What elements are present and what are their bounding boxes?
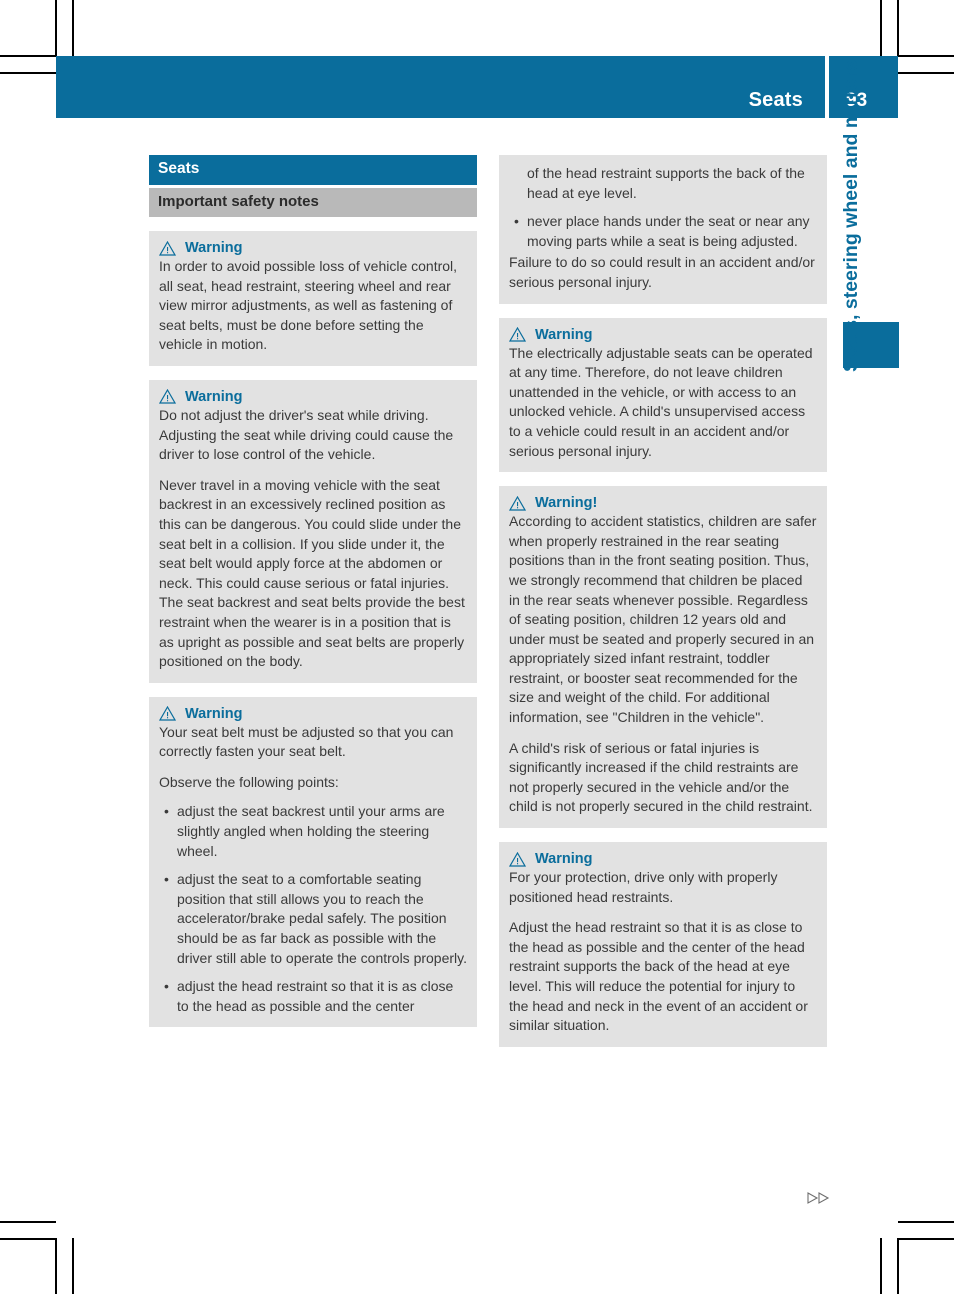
section-heading-seats: Seats	[149, 155, 477, 185]
list-item-text: never place hands under the seat or near…	[527, 213, 810, 249]
warning-label: Warning	[535, 851, 593, 868]
warning-label: Warning!	[535, 495, 598, 512]
warning-label: Warning	[185, 240, 243, 256]
left-column: Seats Important safety notes Warning In …	[149, 155, 477, 1028]
warning-box: Warning In order to avoid possible loss …	[149, 231, 477, 366]
warning-box: Warning! According to accident statistic…	[499, 486, 827, 829]
crop-mark-bottom-left-vertical-a	[55, 1238, 57, 1294]
list-item: • adjust the seat backrest until your arm…	[162, 802, 467, 861]
page-title: Seats	[748, 89, 803, 111]
warning-paragraph: The electrically adjustable seats can be…	[509, 344, 813, 459]
crop-mark-bottom-left-vertical-b	[72, 1238, 74, 1294]
warning-triangle-icon	[158, 389, 177, 405]
warning-bullet-list: • adjust the seat backrest until your arm…	[159, 802, 467, 1016]
warning-heading: Warning	[158, 240, 467, 256]
warning-triangle-icon	[158, 705, 177, 721]
warning-box-continued: of the head restraint supports the back …	[499, 155, 827, 304]
warning-paragraph: Failure to do so could result in an acci…	[509, 254, 815, 290]
right-column: of the head restraint supports the back …	[499, 155, 827, 1047]
warning-paragraph: Never travel in a moving vehicle with th…	[159, 476, 465, 670]
page-header-bar: Seats	[56, 56, 825, 118]
warning-label: Warning	[535, 326, 593, 343]
warning-heading: Warning	[508, 326, 817, 343]
list-item: • adjust the seat to a comfortable seatin…	[162, 870, 467, 968]
list-item-text: adjust the seat backrest until your arms…	[177, 803, 445, 859]
crop-mark-top-right-horizontal-b	[898, 72, 954, 74]
warning-label: Warning	[185, 705, 243, 722]
list-item-text: adjust the head restraint so that it is …	[177, 978, 454, 1014]
warning-box: Warning For your protection, drive only …	[499, 842, 827, 1047]
crop-mark-top-left-horizontal-b	[0, 72, 56, 74]
warning-triangle-icon	[158, 240, 177, 256]
bullet-glyph: •	[164, 803, 169, 820]
warning-paragraph: For your protection, drive only with pro…	[509, 869, 778, 905]
warning-paragraph: Do not adjust the driver's seat while dr…	[159, 406, 454, 463]
warning-paragraph: Your seat belt must be adjusted so that …	[159, 723, 454, 760]
warning-paragraph: According to accident statistics, childr…	[509, 513, 817, 726]
thumb-tab-label-wrap: Seats, steering wheel and mirrors	[833, 0, 863, 372]
thumb-tab-label: Seats, steering wheel and mirrors	[840, 59, 862, 372]
crop-mark-top-left-vertical-a	[55, 0, 57, 56]
crop-mark-bottom-right-vertical-b	[897, 1238, 899, 1294]
double-triangle-continue-icon	[806, 1190, 832, 1206]
warning-paragraph: Adjust the head restraint so that it is …	[509, 919, 808, 1034]
warning-heading: Warning	[158, 388, 467, 405]
crop-mark-bottom-left-horizontal-b	[0, 1238, 56, 1240]
warning-box: Warning The electrically adjustable seat…	[499, 317, 827, 473]
warning-triangle-icon	[508, 326, 527, 342]
bullet-glyph: •	[164, 871, 169, 888]
crop-mark-bottom-right-horizontal-a	[898, 1221, 954, 1223]
warning-heading: Warning!	[508, 495, 817, 512]
warning-paragraph: In order to avoid possible loss of vehic…	[159, 258, 458, 353]
list-item: • never place hands under the seat or nea…	[512, 212, 817, 251]
crop-mark-top-right-vertical-b	[897, 0, 899, 56]
crop-mark-top-left-horizontal-a	[0, 55, 56, 57]
warning-triangle-icon	[508, 495, 527, 511]
warning-heading: Warning	[508, 851, 817, 868]
warning-triangle-icon	[508, 851, 527, 867]
crop-mark-bottom-right-horizontal-b	[898, 1238, 954, 1240]
warning-bullet-list: of the head restraint supports the back …	[509, 164, 817, 251]
warning-label: Warning	[185, 388, 243, 405]
bullet-glyph: •	[164, 978, 169, 995]
warning-paragraph: Observe the following points:	[159, 773, 339, 790]
list-item-continued: of the head restraint supports the back …	[512, 164, 817, 203]
warning-box: Warning Your seat belt must be adjusted …	[149, 696, 477, 1028]
list-item-text: of the head restraint supports the back …	[527, 165, 805, 201]
crop-mark-top-right-vertical-a	[880, 0, 882, 56]
crop-mark-top-left-vertical-b	[72, 0, 74, 56]
crop-mark-bottom-left-horizontal-a	[0, 1221, 56, 1223]
warning-paragraph: A child's risk of serious or fatal injur…	[509, 739, 813, 815]
crop-mark-top-right-horizontal-a	[898, 55, 954, 57]
warning-box: Warning Do not adjust the driver's seat …	[149, 379, 477, 683]
list-item-text: adjust the seat to a comfortable seating…	[177, 871, 467, 966]
warning-heading: Warning	[158, 705, 467, 722]
sub-heading-important-safety-notes: Important safety notes	[149, 188, 477, 217]
bullet-glyph: •	[514, 213, 519, 230]
crop-mark-bottom-right-vertical-a	[880, 1238, 882, 1294]
list-item: • adjust the head restraint so that it is…	[162, 977, 467, 1016]
